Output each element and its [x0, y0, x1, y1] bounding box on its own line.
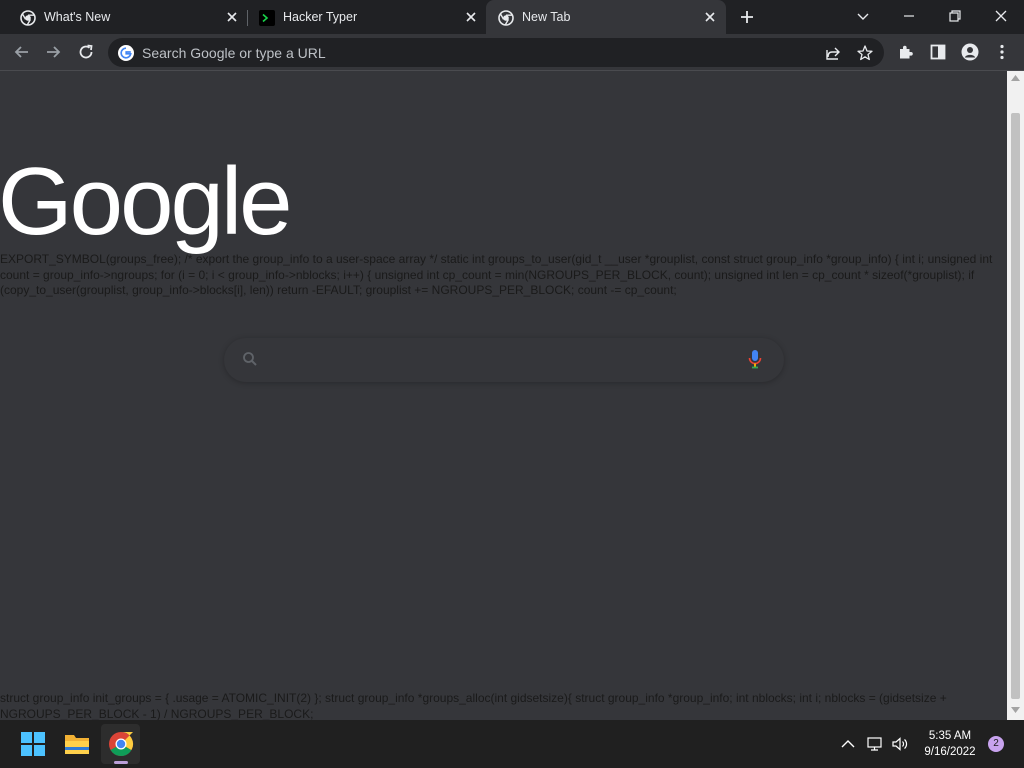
forward-arrow-icon[interactable]	[43, 42, 63, 62]
back-arrow-icon[interactable]	[12, 42, 32, 62]
tab-strip: What's New Hacker Typer New Tab	[0, 0, 1024, 34]
chrome-icon	[20, 10, 36, 26]
windows-start-icon[interactable]	[20, 731, 46, 757]
show-hidden-icons-chevron-icon[interactable]	[839, 736, 857, 752]
close-window-icon[interactable]	[992, 7, 1010, 25]
active-app-indicator	[114, 761, 128, 764]
google-logo: Google	[0, 148, 293, 255]
bookmark-star-icon[interactable]	[856, 44, 874, 62]
windows-taskbar: 5:35 AM 9/16/2022 2	[0, 720, 1024, 768]
extensions-puzzle-icon[interactable]	[896, 42, 916, 62]
minimize-icon[interactable]	[900, 7, 918, 25]
share-icon[interactable]	[824, 44, 842, 62]
clock-time: 5:35 AM	[928, 730, 972, 742]
tab-search-chevron-icon[interactable]	[854, 7, 872, 25]
vertical-scrollbar[interactable]	[1007, 71, 1024, 720]
chrome-icon	[498, 10, 514, 26]
address-bar[interactable]	[108, 38, 884, 67]
browser-toolbar	[0, 34, 1024, 71]
chrome-taskbar-icon[interactable]	[108, 731, 134, 757]
more-menu-icon[interactable]	[992, 42, 1012, 62]
close-icon[interactable]	[224, 9, 240, 25]
scroll-up-arrow-icon[interactable]	[1011, 75, 1020, 81]
google-search-box[interactable]	[224, 338, 784, 382]
restore-icon[interactable]	[946, 7, 964, 25]
system-clock[interactable]: 5:35 AM 9/16/2022	[916, 728, 984, 760]
close-icon[interactable]	[463, 9, 479, 25]
network-icon[interactable]	[866, 736, 884, 752]
tab-title: New Tab	[522, 10, 571, 24]
terminal-icon	[259, 10, 275, 26]
tab-separator	[247, 10, 248, 26]
tab-whats-new[interactable]: What's New	[0, 0, 245, 34]
tab-title: What's New	[44, 10, 111, 24]
side-panel-icon[interactable]	[928, 42, 948, 62]
notification-badge[interactable]: 2	[988, 736, 1004, 752]
google-g-icon	[118, 45, 134, 61]
new-tab-plus-icon[interactable]	[739, 9, 755, 25]
new-tab-page: Google EXPORT_SYMBOL(groups_free); /* ex…	[0, 71, 1007, 720]
reload-icon[interactable]	[76, 42, 96, 62]
volume-icon[interactable]	[891, 736, 909, 752]
search-icon	[243, 352, 257, 366]
hacker-typer-text-bottom: struct group_info init_groups = { .usage…	[0, 691, 947, 720]
scroll-down-arrow-icon[interactable]	[1011, 707, 1020, 713]
profile-avatar-icon[interactable]	[960, 42, 980, 62]
tab-hacker-typer[interactable]: Hacker Typer	[250, 0, 485, 34]
tab-new-tab[interactable]: New Tab	[486, 0, 726, 34]
close-icon[interactable]	[702, 9, 718, 25]
clock-date: 9/16/2022	[924, 746, 976, 758]
scrollbar-thumb[interactable]	[1011, 113, 1020, 699]
file-explorer-icon[interactable]	[64, 731, 90, 757]
omnibox-input[interactable]	[142, 42, 802, 63]
tab-title: Hacker Typer	[283, 10, 358, 24]
hacker-typer-text-top: EXPORT_SYMBOL(groups_free); /* export th…	[0, 252, 993, 297]
microphone-icon[interactable]	[748, 349, 762, 369]
